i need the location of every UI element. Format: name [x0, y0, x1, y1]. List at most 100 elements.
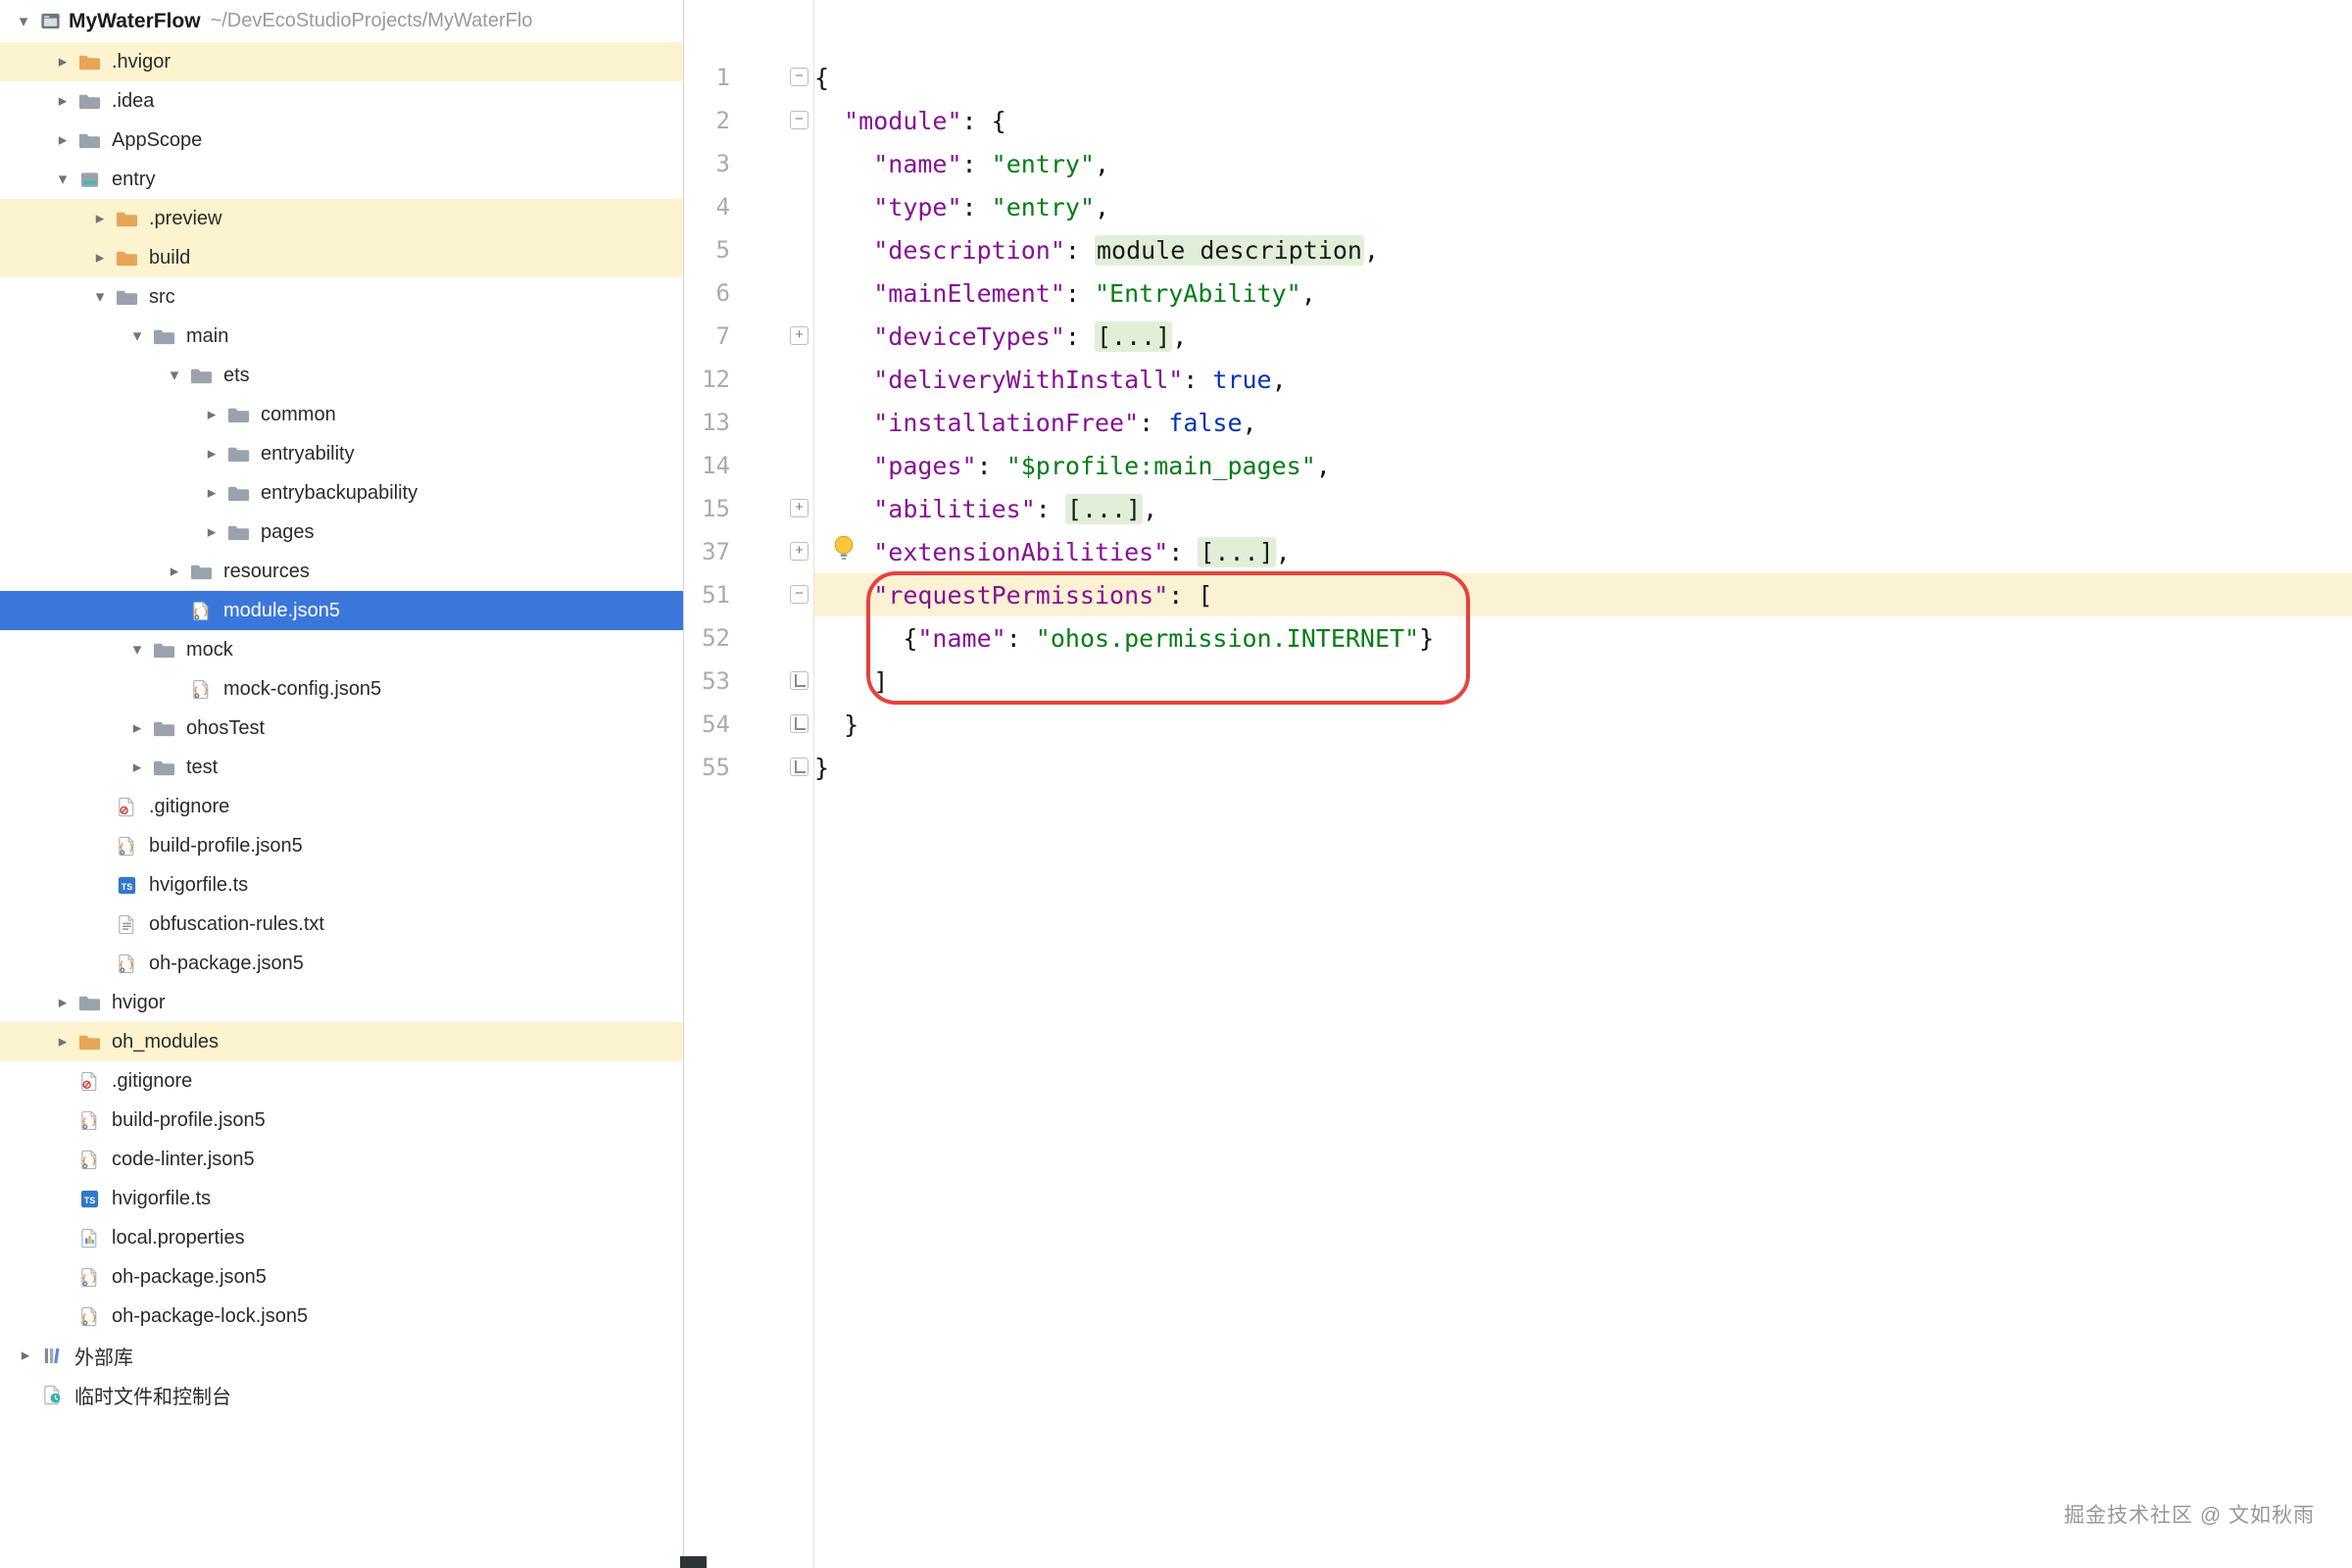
code-line[interactable]: "installationFree": false,	[814, 401, 2352, 444]
line-number[interactable]: 53	[684, 660, 730, 703]
fold-marker-icon[interactable]	[790, 714, 808, 733]
code-line[interactable]: "deliveryWithInstall": true,	[814, 358, 2352, 401]
chevron-right-icon[interactable]: ▸	[12, 1336, 39, 1375]
sidebar-item-ets-folder[interactable]: ▾ets	[0, 356, 683, 395]
chevron-right-icon[interactable]: ▸	[123, 748, 151, 787]
sidebar-item-resources-folder[interactable]: ▸resources	[0, 552, 683, 591]
sidebar-item-root-gitignore-file[interactable]: .gitignore	[0, 1061, 683, 1101]
chevron-down-icon[interactable]: ▾	[123, 630, 151, 669]
sidebar-item-entry-hvigorfile-ts-file[interactable]: TShvigorfile.ts	[0, 865, 683, 905]
sidebar-item-oh-modules-folder[interactable]: ▸ oh_modules	[0, 1022, 683, 1061]
sidebar-item-main-folder[interactable]: ▾main	[0, 317, 683, 356]
fold-marker-icon[interactable]	[790, 585, 808, 604]
line-number[interactable]: 12	[684, 358, 730, 401]
chevron-down-icon[interactable]: ▾	[123, 317, 151, 356]
chevron-down-icon[interactable]: ▾	[161, 356, 188, 395]
line-number[interactable]: 1	[684, 56, 730, 99]
line-number[interactable]: 5	[684, 228, 730, 271]
chevron-right-icon[interactable]: ▸	[86, 199, 114, 238]
code-line[interactable]: "abilities": [...],	[814, 487, 2352, 530]
sidebar-item-external-libraries[interactable]: ▸外部库	[0, 1336, 683, 1375]
fold-marker-icon[interactable]	[790, 758, 808, 776]
line-number[interactable]: 4	[684, 185, 730, 228]
sidebar-item-entry-module[interactable]: ▾entry	[0, 160, 683, 199]
chevron-right-icon[interactable]: ▸	[49, 1022, 76, 1061]
line-number[interactable]: 6	[684, 271, 730, 315]
fold-marker-icon[interactable]	[790, 671, 808, 690]
line-number[interactable]: 52	[684, 616, 730, 660]
code-line[interactable]: "mainElement": "EntryAbility",	[814, 271, 2352, 315]
chevron-right-icon[interactable]: ▸	[198, 395, 225, 434]
code-line[interactable]: }	[814, 703, 2352, 746]
line-number[interactable]: 54	[684, 703, 730, 746]
line-number[interactable]: 14	[684, 444, 730, 487]
sidebar-item-mock-folder[interactable]: ▾mock	[0, 630, 683, 669]
sidebar-item-entry-build-profile-file[interactable]: { }build-profile.json5	[0, 826, 683, 865]
sidebar-item-local-properties-file[interactable]: local.properties	[0, 1218, 683, 1257]
chevron-right-icon[interactable]: ▸	[198, 434, 225, 473]
sidebar-item-mock-config-json5-file[interactable]: { }mock-config.json5	[0, 669, 683, 709]
code-line[interactable]: }	[814, 746, 2352, 789]
panel-divider[interactable]	[683, 0, 684, 1568]
sidebar-item-pages-folder[interactable]: ▸pages	[0, 513, 683, 552]
sidebar-item-hvigor-folder[interactable]: ▸hvigor	[0, 983, 683, 1022]
line-number[interactable]: 7	[684, 315, 730, 358]
line-number[interactable]: 51	[684, 573, 730, 616]
chevron-right-icon[interactable]: ▸	[49, 121, 76, 160]
sidebar-item-module-json5-file[interactable]: { }module.json5	[0, 591, 683, 630]
sidebar-item-hvigor-root-folder[interactable]: ▸.hvigor	[0, 42, 683, 81]
chevron-down-icon[interactable]: ▾	[49, 160, 76, 199]
sidebar-item-appscope-folder[interactable]: ▸AppScope	[0, 121, 683, 160]
sidebar-item-entrybackupability-folder[interactable]: ▸entrybackupability	[0, 473, 683, 513]
chevron-right-icon[interactable]: ▸	[198, 473, 225, 513]
line-number[interactable]: 13	[684, 401, 730, 444]
fold-marker-icon[interactable]	[790, 499, 808, 517]
chevron-right-icon[interactable]: ▸	[49, 81, 76, 121]
line-number[interactable]: 2	[684, 99, 730, 142]
line-number[interactable]: 3	[684, 142, 730, 185]
code-line[interactable]: "name": "entry",	[814, 142, 2352, 185]
intention-bulb-icon[interactable]	[830, 532, 858, 564]
line-number[interactable]: 15	[684, 487, 730, 530]
chevron-down-icon[interactable]: ▾	[10, 2, 37, 41]
code-line[interactable]: "module": {	[814, 99, 2352, 142]
fold-marker-icon[interactable]	[790, 68, 808, 86]
chevron-right-icon[interactable]: ▸	[49, 983, 76, 1022]
line-number[interactable]: 37	[684, 530, 730, 573]
sidebar-item-entryability-folder[interactable]: ▸entryability	[0, 434, 683, 473]
chevron-right-icon[interactable]: ▸	[49, 42, 76, 81]
chevron-right-icon[interactable]: ▸	[198, 513, 225, 552]
sidebar-item-test-folder[interactable]: ▸test	[0, 748, 683, 787]
code-line[interactable]: "pages": "$profile:main_pages",	[814, 444, 2352, 487]
code-line[interactable]: "type": "entry",	[814, 185, 2352, 228]
sidebar-item-code-linter-file[interactable]: { }code-linter.json5	[0, 1140, 683, 1179]
chevron-right-icon[interactable]: ▸	[123, 709, 151, 748]
code-line[interactable]: {	[814, 56, 2352, 99]
sidebar-item-entry-oh-package-file[interactable]: { }oh-package.json5	[0, 944, 683, 983]
sidebar-item-obfuscation-rules-file[interactable]: obfuscation-rules.txt	[0, 905, 683, 944]
chevron-right-icon[interactable]: ▸	[86, 238, 114, 277]
sidebar-item-oh-package-lock-file[interactable]: { }oh-package-lock.json5	[0, 1297, 683, 1336]
sidebar-item-src-folder[interactable]: ▾src	[0, 277, 683, 317]
fold-marker-icon[interactable]	[790, 326, 808, 345]
sidebar-item-root-hvigorfile-ts-file[interactable]: TShvigorfile.ts	[0, 1179, 683, 1218]
sidebar-item-common-folder[interactable]: ▸common	[0, 395, 683, 434]
line-number[interactable]: 55	[684, 746, 730, 789]
code-line[interactable]: "deviceTypes": [...],	[814, 315, 2352, 358]
project-root-row[interactable]: ▾ MyWaterFlow ~/DevEcoStudioProjects/MyW…	[0, 0, 683, 42]
code-line[interactable]: "description": module description,	[814, 228, 2352, 271]
fold-marker-icon[interactable]	[790, 111, 808, 129]
code-line[interactable]: "extensionAbilities": [...],	[814, 530, 2352, 573]
chevron-right-icon[interactable]: ▸	[161, 552, 188, 591]
sidebar-item-scratches-and-consoles[interactable]: 临时文件和控制台	[0, 1375, 683, 1414]
sidebar-item-root-build-profile-file[interactable]: { }build-profile.json5	[0, 1101, 683, 1140]
sidebar-item-label: oh_modules	[112, 1031, 219, 1054]
sidebar-item-build-folder[interactable]: ▸build	[0, 238, 683, 277]
chevron-down-icon[interactable]: ▾	[86, 277, 114, 317]
sidebar-item-root-oh-package-file[interactable]: { }oh-package.json5	[0, 1257, 683, 1297]
sidebar-item-idea-folder[interactable]: ▸.idea	[0, 81, 683, 121]
sidebar-item-preview-folder[interactable]: ▸.preview	[0, 199, 683, 238]
fold-marker-icon[interactable]	[790, 542, 808, 561]
sidebar-item-ohostest-folder[interactable]: ▸ohosTest	[0, 709, 683, 748]
sidebar-item-entry-gitignore-file[interactable]: .gitignore	[0, 787, 683, 826]
